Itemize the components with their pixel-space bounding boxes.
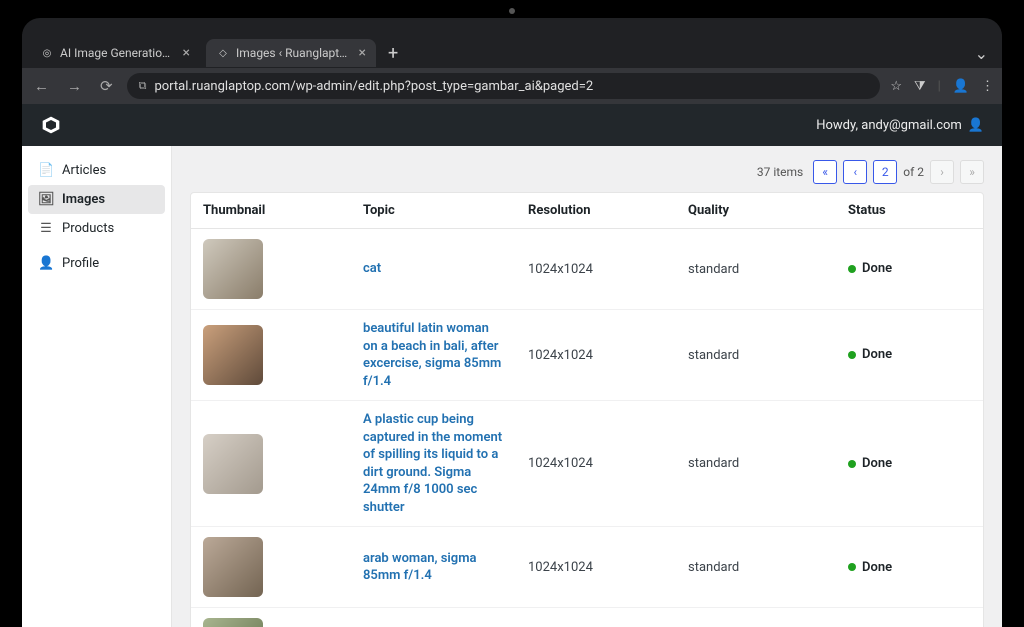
status-badge: Done xyxy=(848,456,892,471)
tab-title: Images ‹ Ruanglaptop Portal xyxy=(236,46,353,60)
status-dot-icon xyxy=(848,563,856,571)
col-status[interactable]: Status xyxy=(836,193,983,229)
pagination-prev-button[interactable]: ‹ xyxy=(843,160,867,184)
table-row: monyet sebagai siswa sekolah dasar1792x1… xyxy=(191,608,983,627)
user-greeting[interactable]: Howdy, andy@gmail.com 👤 xyxy=(816,118,984,133)
extensions-icon[interactable]: ⧩ xyxy=(914,79,926,94)
status-dot-icon xyxy=(848,351,856,359)
camera-dot xyxy=(509,8,515,14)
profile-icon: 👤 xyxy=(38,256,54,271)
sidebar-item-articles[interactable]: 📄 Articles xyxy=(28,156,165,185)
overflow-menu-icon[interactable]: ⋮ xyxy=(981,79,994,94)
status-badge: Done xyxy=(848,261,892,276)
resolution-cell: 1024x1024 xyxy=(516,229,676,310)
products-icon: ☰ xyxy=(38,221,54,236)
sidebar-item-label: Images xyxy=(62,192,105,207)
app-header: Howdy, andy@gmail.com 👤 xyxy=(22,104,1002,146)
separator: | xyxy=(938,79,941,94)
pagination-next-button[interactable]: › xyxy=(930,160,954,184)
site-info-icon[interactable]: ⧉ xyxy=(139,79,147,93)
col-thumbnail[interactable]: Thumbnail xyxy=(191,193,351,229)
quality-cell: standard xyxy=(676,527,836,608)
browser-tab-strip: ◎ AI Image Generation Tool - N × ◇ Image… xyxy=(22,34,1002,68)
topic-link[interactable]: beautiful latin woman on a beach in bali… xyxy=(363,320,504,390)
resolution-cell: 1024x1024 xyxy=(516,527,676,608)
window-minimize-icon[interactable]: ⌄ xyxy=(969,44,994,63)
sidebar: 📄 Articles 🖼 Images ☰ Products 👤 Profile xyxy=(22,146,172,627)
quality-cell: standard xyxy=(676,401,836,527)
profile-icon[interactable]: 👤 xyxy=(953,79,969,94)
pagination-current-page[interactable]: 2 xyxy=(873,160,897,184)
sidebar-item-label: Products xyxy=(62,221,114,236)
bookmark-icon[interactable]: ☆ xyxy=(890,79,902,94)
col-resolution[interactable]: Resolution xyxy=(516,193,676,229)
app-logo-icon[interactable] xyxy=(40,113,62,137)
thumbnail-image[interactable] xyxy=(203,537,263,597)
articles-icon: 📄 xyxy=(38,163,54,178)
browser-tab[interactable]: ◎ AI Image Generation Tool - N × xyxy=(30,39,200,67)
topic-link[interactable]: arab woman, sigma 85mm f/1.4 xyxy=(363,550,504,585)
topic-link[interactable]: A plastic cup being captured in the mome… xyxy=(363,411,504,516)
resolution-cell: 1024x1024 xyxy=(516,401,676,527)
images-icon: 🖼 xyxy=(38,192,54,207)
back-button[interactable]: ← xyxy=(30,77,53,95)
status-dot-icon xyxy=(848,460,856,468)
quality-cell: standard xyxy=(676,608,836,627)
close-icon[interactable]: × xyxy=(359,45,366,61)
table-row: cat 1024x1024standard Done xyxy=(191,229,983,310)
pagination-total: 37 items xyxy=(757,165,803,179)
images-table: Thumbnail Topic Resolution Quality Statu… xyxy=(190,192,984,627)
url-input[interactable]: ⧉ portal.ruanglaptop.com/wp-admin/edit.p… xyxy=(127,73,881,99)
status-badge: Done xyxy=(848,347,892,362)
pagination-last-button[interactable]: » xyxy=(960,160,984,184)
quality-cell: standard xyxy=(676,310,836,401)
status-badge: Done xyxy=(848,560,892,575)
device-frame: ◎ AI Image Generation Tool - N × ◇ Image… xyxy=(22,18,1002,627)
tab-title: AI Image Generation Tool - N xyxy=(60,46,177,60)
table-row: arab woman, sigma 85mm f/1.4 1024x1024sta… xyxy=(191,527,983,608)
pagination-first-button[interactable]: « xyxy=(813,160,837,184)
table-row: A plastic cup being captured in the mome… xyxy=(191,401,983,527)
content-area: 📄 Articles 🖼 Images ☰ Products 👤 Profile… xyxy=(22,146,1002,627)
resolution-cell: 1792x1024 xyxy=(516,608,676,627)
sidebar-item-profile[interactable]: 👤 Profile xyxy=(28,249,165,278)
url-text: portal.ruanglaptop.com/wp-admin/edit.php… xyxy=(154,79,593,94)
tab-favicon-icon: ◎ xyxy=(40,46,54,60)
thumbnail-image[interactable] xyxy=(203,325,263,385)
pagination-of-label: of 2 xyxy=(903,165,924,179)
thumbnail-image[interactable] xyxy=(203,239,263,299)
url-actions: ☆ ⧩ | 👤 ⋮ xyxy=(890,79,994,94)
col-quality[interactable]: Quality xyxy=(676,193,836,229)
browser-tab-active[interactable]: ◇ Images ‹ Ruanglaptop Portal × xyxy=(206,39,376,67)
pagination: 37 items « ‹ 2 of 2 › » xyxy=(190,160,984,184)
sidebar-item-products[interactable]: ☰ Products xyxy=(28,214,165,243)
sidebar-item-label: Articles xyxy=(62,163,106,178)
greeting-text: Howdy, andy@gmail.com xyxy=(816,118,962,133)
resolution-cell: 1024x1024 xyxy=(516,310,676,401)
reload-button[interactable]: ⟳ xyxy=(96,77,117,95)
topic-link[interactable]: cat xyxy=(363,260,504,278)
avatar-icon: 👤 xyxy=(968,118,984,133)
col-topic[interactable]: Topic xyxy=(351,193,516,229)
quality-cell: standard xyxy=(676,229,836,310)
browser-urlbar: ← → ⟳ ⧉ portal.ruanglaptop.com/wp-admin/… xyxy=(22,68,1002,104)
status-dot-icon xyxy=(848,265,856,273)
new-tab-button[interactable]: + xyxy=(382,43,404,64)
tab-favicon-icon: ◇ xyxy=(216,46,230,60)
sidebar-item-images[interactable]: 🖼 Images xyxy=(28,185,165,214)
table-row: beautiful latin woman on a beach in bali… xyxy=(191,310,983,401)
close-icon[interactable]: × xyxy=(183,45,190,61)
thumbnail-image[interactable] xyxy=(203,618,263,627)
table-header-row: Thumbnail Topic Resolution Quality Statu… xyxy=(191,193,983,229)
forward-button[interactable]: → xyxy=(63,77,86,95)
thumbnail-image[interactable] xyxy=(203,434,263,494)
sidebar-item-label: Profile xyxy=(62,256,99,271)
main-panel: 37 items « ‹ 2 of 2 › » Thumbnail Topic … xyxy=(172,146,1002,627)
